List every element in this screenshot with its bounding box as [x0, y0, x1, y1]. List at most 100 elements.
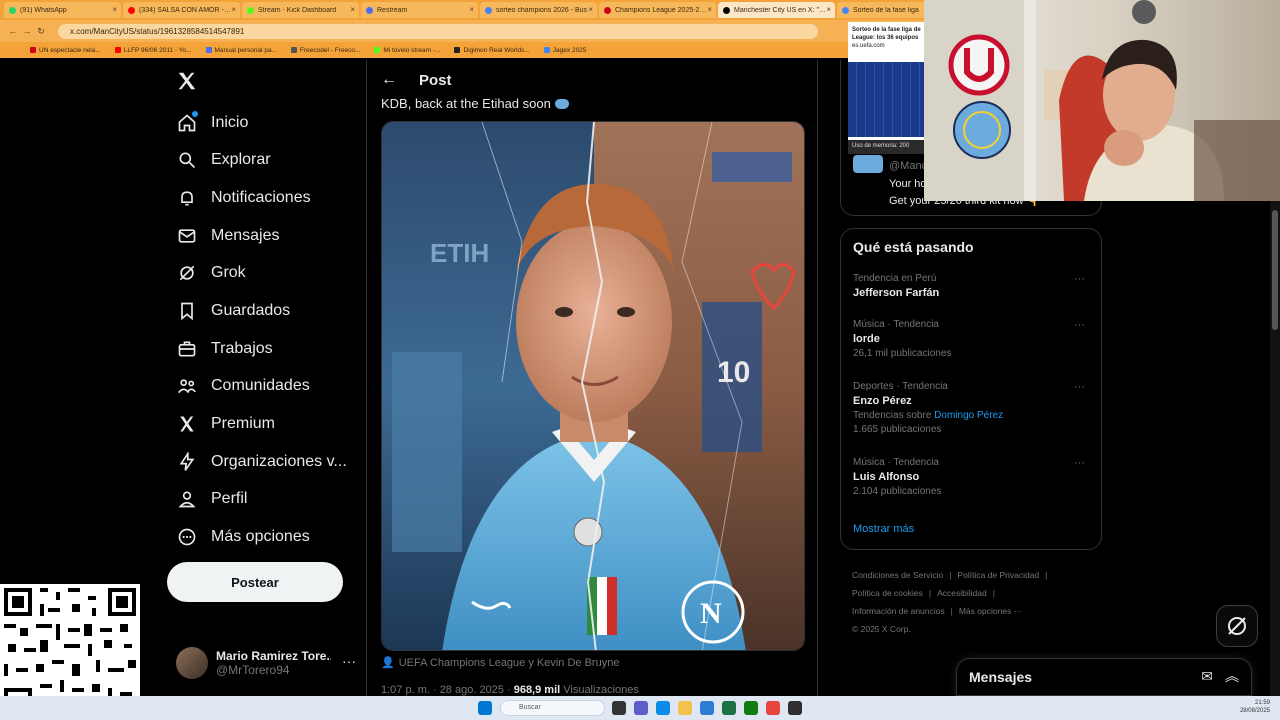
chrome-icon[interactable] [766, 701, 780, 715]
nav-item-más-opciones[interactable]: Más opciones [176, 523, 310, 551]
windows-start-icon[interactable] [478, 701, 492, 715]
bookmark-item[interactable]: Mi tovelo stream -... [374, 47, 440, 54]
trend-item[interactable]: Música · Tendencia lorde 26,1 mil public… [853, 319, 1091, 359]
close-tab-icon[interactable]: × [588, 5, 593, 14]
bookmark-item[interactable]: Freecodel - Freeco... [291, 47, 360, 54]
nav-item-comunidades[interactable]: Comunidades [176, 372, 310, 400]
grok-button[interactable] [1216, 605, 1258, 647]
close-tab-icon[interactable]: × [469, 5, 474, 14]
footer-link[interactable]: Política de cookies [852, 588, 923, 598]
forward-nav-icon[interactable]: → [20, 26, 34, 36]
close-tab-icon[interactable]: × [826, 5, 831, 14]
close-tab-icon[interactable]: × [231, 5, 236, 14]
browser-tab[interactable]: Champions League 2025-2026 × [599, 2, 716, 18]
bookmark-item[interactable]: Digimon Real Worlds... [454, 47, 530, 54]
mini-preview-text: Sorteo de la fase liga de League: los 36… [852, 26, 922, 50]
excel-icon[interactable] [722, 701, 736, 715]
close-tab-icon[interactable]: × [707, 5, 712, 14]
nav-item-perfil[interactable]: Perfil [176, 485, 247, 513]
xbox-icon[interactable] [744, 701, 758, 715]
bookmark-favicon-icon [454, 47, 461, 53]
trend-item[interactable]: Deportes · Tendencia Enzo Pérez Tendenci… [853, 381, 1091, 435]
bookmark-item[interactable]: UN espectacle nela... [30, 47, 101, 54]
nav-item-mensajes[interactable]: Mensajes [176, 222, 279, 250]
footer-link[interactable]: Condiciones de Servicio [852, 570, 943, 580]
nav-item-notificaciones[interactable]: Notificaciones [176, 184, 311, 212]
nav-item-premium[interactable]: Premium [176, 410, 275, 438]
more-circle-icon [176, 526, 198, 548]
person-icon [176, 488, 198, 510]
svg-text:ETIH: ETIH [430, 238, 489, 268]
browser-tab[interactable]: (91) WhatsApp × [4, 2, 121, 18]
nav-item-trabajos[interactable]: Trabajos [176, 335, 273, 363]
webcam-overlay [924, 0, 1280, 201]
obs-icon[interactable] [788, 701, 802, 715]
lightning-icon [176, 451, 198, 473]
nav-item-grok[interactable]: Grok [176, 259, 246, 287]
reload-icon[interactable]: ↻ [34, 26, 48, 37]
people-icon [176, 375, 198, 397]
bookmark-item[interactable]: Jagex 2025 [543, 47, 586, 54]
tab-title: Manchester City US en X: "KD [734, 6, 826, 14]
footer-link[interactable]: Accesibilidad [937, 588, 987, 598]
nav-item-explorar[interactable]: Explorar [176, 146, 271, 174]
trends-panel: Qué está pasando Tendencia en Perú Jeffe… [840, 228, 1102, 550]
footer-links: Condiciones de Servicio | Política de Priv… [852, 566, 1092, 638]
task-view-icon[interactable] [612, 701, 626, 715]
new-message-icon[interactable]: ✉ [1201, 668, 1213, 685]
profile-handle: @MrTorero94 [216, 663, 290, 677]
post-button[interactable]: Postear [167, 562, 343, 602]
browser-tab[interactable]: sorteo champions 2026 - Bus × [480, 2, 597, 18]
bookmark-item[interactable]: Manual personal pa... [205, 47, 277, 54]
account-switcher[interactable]: Mario Ramirez Tore... @MrTorero94 ··· [176, 645, 366, 681]
more-dots-icon[interactable]: ··· [342, 653, 356, 669]
x-logo-icon[interactable] [176, 70, 198, 99]
show-more-link[interactable]: Mostrar más [853, 523, 914, 535]
trend-context: Música · Tendencia [853, 457, 939, 468]
more-dots-icon[interactable]: ··· [1074, 457, 1085, 469]
more-dots-icon[interactable]: ··· [1074, 319, 1085, 331]
footer-link[interactable]: Más opciones ··· [959, 606, 1022, 616]
mancity-logo-icon [853, 155, 883, 173]
messages-dock[interactable]: Mensajes ✉ ︽ [956, 658, 1252, 696]
chevron-up-icon[interactable]: ︽ [1225, 666, 1239, 686]
more-dots-icon[interactable]: ··· [1074, 273, 1085, 285]
grok-icon [176, 262, 198, 284]
nav-item-organizaciones-v[interactable]: Organizaciones v... [176, 448, 347, 476]
close-tab-icon[interactable]: × [350, 5, 355, 14]
url-field[interactable]: x.com/ManCityUS/status/19613285845145478… [58, 23, 818, 39]
bookmark-item[interactable]: LLFP 96/06 2011 - Yo... [114, 47, 192, 54]
browser-tab[interactable]: (334) SALSA CON AMOR - 40 × [123, 2, 240, 18]
teams-icon[interactable] [634, 701, 648, 715]
back-nav-icon[interactable]: ← [6, 26, 20, 36]
footer-link[interactable]: Política de Privacidad [957, 570, 1039, 580]
grok-icon [1228, 617, 1246, 635]
scrollbar-thumb[interactable] [1272, 210, 1278, 330]
nav-item-inicio[interactable]: Inicio [176, 109, 248, 137]
browser-tab[interactable]: Stream - Kick Dashboard × [242, 2, 359, 18]
tweet-image[interactable]: ETIH 10 N [381, 121, 805, 651]
close-tab-icon[interactable]: × [112, 5, 117, 14]
taskbar-search[interactable]: Buscar [500, 700, 605, 716]
mini-preview-source: es.uefa.com [852, 43, 885, 49]
footer-link[interactable]: Información de anuncios [852, 606, 945, 616]
tweet-text: KDB, back at the Etihad soon [381, 96, 569, 111]
more-dots-icon[interactable]: ··· [1074, 381, 1085, 393]
tagged-line[interactable]: 👤 UEFA Champions League y Kevin De Bruyne [381, 656, 619, 670]
word-icon[interactable] [700, 701, 714, 715]
edge-icon[interactable] [656, 701, 670, 715]
trend-related-link[interactable]: Domingo Pérez [934, 410, 1003, 421]
trend-item[interactable]: Tendencia en Perú Jefferson Farfán ··· [853, 273, 1091, 299]
nav-item-guardados[interactable]: Guardados [176, 297, 290, 325]
clock-time: 21:59 [1254, 700, 1270, 706]
tab-title: (91) WhatsApp [20, 6, 67, 14]
browser-tab[interactable]: Restream × [361, 2, 478, 18]
taskbar-clock[interactable]: 21:59 28/08/2025 [1240, 699, 1270, 715]
tab-title: Champions League 2025-2026 [615, 6, 707, 14]
browser-tab[interactable]: Manchester City US en X: "KD × [718, 2, 835, 18]
bookmark-favicon-icon [30, 47, 36, 53]
trend-item[interactable]: Música · Tendencia Luis Alfonso 2.104 pu… [853, 457, 1091, 497]
trend-related-prefix: Tendencias sobre [853, 410, 935, 421]
back-arrow-icon[interactable]: ← [381, 71, 397, 89]
folder-icon[interactable] [678, 701, 692, 715]
